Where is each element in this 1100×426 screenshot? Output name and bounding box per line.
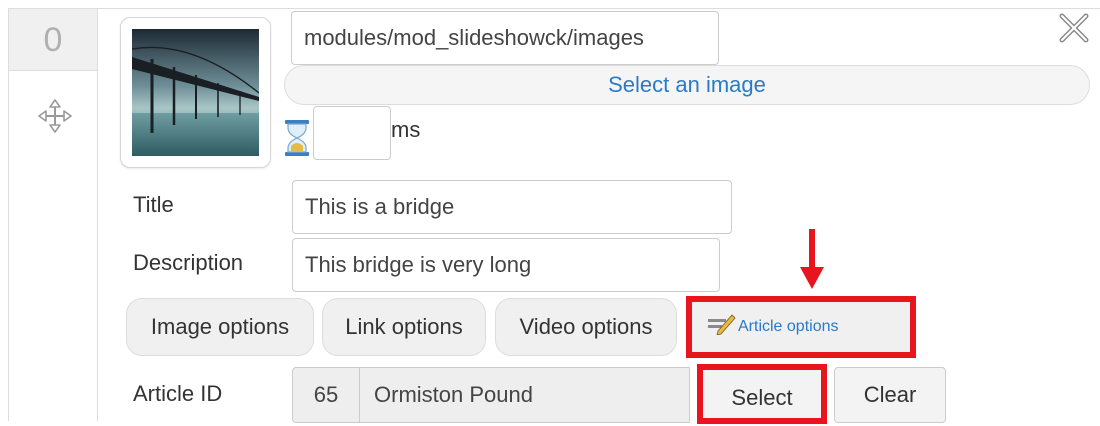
slide-index-cell: 0 <box>9 9 97 71</box>
article-id-label: Article ID <box>133 381 223 406</box>
article-id-value: 65 <box>292 367 360 423</box>
video-options-button[interactable]: Video options <box>495 298 677 356</box>
slide-handle-column: 0 <box>8 8 98 421</box>
description-input[interactable]: This bridge is very long <box>292 238 720 292</box>
image-thumbnail[interactable] <box>120 17 271 168</box>
duration-input[interactable] <box>313 106 391 160</box>
article-name-field: Ormiston Pound <box>360 367 690 423</box>
select-image-button[interactable]: Select an image <box>284 65 1090 105</box>
link-options-button[interactable]: Link options <box>322 298 486 356</box>
title-input[interactable]: This is a bridge <box>292 180 732 234</box>
article-options-button[interactable]: Article options <box>686 296 916 358</box>
image-path-input[interactable]: modules/mod_slideshowck/images <box>291 11 719 65</box>
image-options-button[interactable]: Image options <box>126 298 314 356</box>
duration-unit-label: ms <box>391 117 421 142</box>
arrow-down-icon <box>800 229 824 289</box>
description-label: Description <box>133 250 244 275</box>
pen-icon <box>708 314 736 335</box>
slide-index-number: 0 <box>43 21 63 59</box>
bridge-image <box>132 29 259 156</box>
clear-article-button[interactable]: Clear <box>834 367 946 423</box>
select-article-button[interactable]: Select <box>697 364 827 424</box>
close-icon[interactable] <box>1056 10 1092 46</box>
title-label: Title <box>133 192 174 217</box>
hourglass-icon <box>285 120 309 156</box>
move-icon[interactable] <box>38 99 72 133</box>
article-options-label: Article options <box>738 318 839 335</box>
